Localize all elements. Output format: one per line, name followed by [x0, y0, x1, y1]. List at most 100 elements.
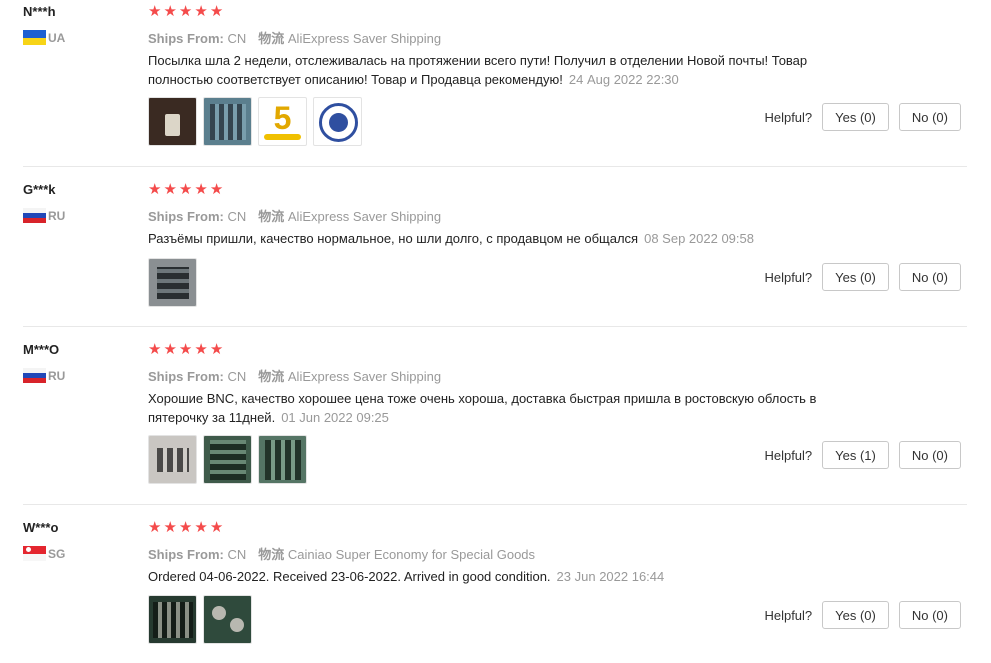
review-photos	[148, 258, 197, 307]
review-photo[interactable]	[203, 97, 252, 146]
review-photo[interactable]	[203, 595, 252, 644]
country-code: UA	[48, 30, 66, 45]
review-item: G***k RU ★ ★ ★ ★ ★ Ships From: CN 物流 AliE…	[0, 178, 991, 327]
review-photo[interactable]	[148, 258, 197, 307]
logistics-value: Cainiao Super Economy for Special Goods	[287, 547, 536, 562]
star-icon: ★	[163, 181, 177, 198]
star-rating: ★ ★ ★ ★ ★	[148, 520, 223, 535]
star-icon: ★	[194, 519, 208, 536]
helpful-vote: Helpful? Yes (1) No (0)	[764, 441, 961, 469]
review-photo[interactable]	[203, 435, 252, 484]
ships-from-value: CN	[227, 369, 247, 384]
review-date: 01 Jun 2022 09:25	[281, 410, 389, 425]
helpful-label: Helpful?	[764, 269, 813, 285]
helpful-yes-button[interactable]: Yes (0)	[822, 263, 889, 291]
reviewer-name: N***h	[23, 4, 56, 19]
country-code: RU	[48, 368, 66, 383]
helpful-yes-button[interactable]: Yes (0)	[822, 601, 889, 629]
logistics-value: AliExpress Saver Shipping	[287, 369, 442, 384]
review-date: 24 Aug 2022 22:30	[568, 72, 679, 87]
five-badge-text: 5	[273, 100, 292, 136]
logistics-value: AliExpress Saver Shipping	[287, 209, 442, 224]
helpful-no-button[interactable]: No (0)	[898, 103, 961, 131]
reviewer-country: UA	[23, 30, 65, 45]
star-icon: ★	[163, 341, 177, 358]
reviewer-country: RU	[23, 368, 65, 383]
review-photo[interactable]	[148, 97, 197, 146]
helpful-label: Helpful?	[764, 109, 813, 125]
shipping-info: Ships From: CN 物流 AliExpress Saver Shippi…	[148, 28, 441, 47]
review-text-block: Посылка шла 2 недели, отслеживалась на п…	[148, 51, 868, 89]
logistics-value: AliExpress Saver Shipping	[287, 31, 442, 46]
helpful-no-button[interactable]: No (0)	[898, 601, 961, 629]
review-text: Посылка шла 2 недели, отслеживалась на п…	[148, 53, 808, 87]
review-text-block: Хорошие BNC, качество хорошее цена тоже …	[148, 389, 868, 427]
review-photo[interactable]	[258, 435, 307, 484]
country-code: SG	[48, 546, 66, 561]
star-icon: ★	[209, 181, 224, 198]
logistics-label: 物流	[258, 369, 285, 384]
review-photos: 5	[148, 97, 362, 146]
logistics-label: 物流	[258, 209, 285, 224]
helpful-vote: Helpful? Yes (0) No (0)	[764, 601, 961, 629]
review-photo[interactable]	[313, 97, 362, 146]
ships-from-value: CN	[227, 31, 247, 46]
star-icon: ★	[148, 519, 162, 536]
star-rating: ★ ★ ★ ★ ★	[148, 342, 223, 357]
review-photo[interactable]: 5	[258, 97, 307, 146]
review-item: W***o SG ★ ★ ★ ★ ★ Ships From: CN 物流 Cain…	[0, 516, 991, 663]
star-icon: ★	[209, 3, 224, 20]
ships-from-value: CN	[227, 209, 247, 224]
helpful-vote: Helpful? Yes (0) No (0)	[764, 263, 961, 291]
helpful-label: Helpful?	[764, 447, 813, 463]
ships-from-label: Ships From:	[148, 369, 224, 384]
review-item: N***h UA ★ ★ ★ ★ ★ Ships From: CN 物流 AliE…	[0, 0, 991, 167]
star-icon: ★	[194, 341, 208, 358]
star-icon: ★	[209, 341, 224, 358]
review-photos	[148, 595, 252, 644]
star-icon: ★	[178, 519, 193, 536]
ships-from-label: Ships From:	[148, 547, 224, 562]
logistics-label: 物流	[258, 31, 285, 46]
review-item: M***O RU ★ ★ ★ ★ ★ Ships From: CN 物流 AliE…	[0, 338, 991, 505]
reviewer-name: M***O	[23, 342, 60, 357]
star-rating: ★ ★ ★ ★ ★	[148, 4, 223, 19]
russia-flag-icon	[23, 368, 46, 383]
review-divider	[23, 326, 967, 327]
reviewer-name: G***k	[23, 182, 56, 197]
singapore-flag-icon	[23, 546, 46, 561]
logistics-label: 物流	[258, 547, 285, 562]
review-date: 23 Jun 2022 16:44	[556, 569, 665, 584]
review-divider	[23, 166, 967, 167]
review-text: Разъёмы пришли, качество нормальное, но …	[148, 231, 639, 246]
reviewer-name: W***o	[23, 520, 59, 535]
star-icon: ★	[178, 3, 193, 20]
helpful-no-button[interactable]: No (0)	[898, 263, 961, 291]
ships-from-label: Ships From:	[148, 31, 224, 46]
star-icon: ★	[178, 341, 193, 358]
review-text-block: Разъёмы пришли, качество нормальное, но …	[148, 229, 868, 248]
star-icon: ★	[148, 3, 162, 20]
review-photo[interactable]	[148, 435, 197, 484]
star-icon: ★	[209, 519, 224, 536]
review-text-block: Ordered 04-06-2022. Received 23-06-2022.…	[148, 567, 868, 586]
country-code: RU	[48, 208, 66, 223]
star-icon: ★	[163, 519, 177, 536]
star-icon: ★	[163, 3, 177, 20]
shipping-info: Ships From: CN 物流 AliExpress Saver Shippi…	[148, 206, 441, 225]
review-photo[interactable]	[148, 595, 197, 644]
star-icon: ★	[148, 341, 162, 358]
helpful-no-button[interactable]: No (0)	[898, 441, 961, 469]
helpful-yes-button[interactable]: Yes (1)	[822, 441, 889, 469]
helpful-vote: Helpful? Yes (0) No (0)	[764, 103, 961, 131]
star-icon: ★	[148, 181, 162, 198]
reviewer-country: SG	[23, 546, 65, 561]
reviewer-country: RU	[23, 208, 65, 223]
star-icon: ★	[178, 181, 193, 198]
review-date: 08 Sep 2022 09:58	[644, 231, 754, 246]
review-photos	[148, 435, 307, 484]
review-text: Хорошие BNC, качество хорошее цена тоже …	[148, 391, 817, 425]
helpful-label: Helpful?	[764, 607, 813, 623]
review-divider	[23, 504, 967, 505]
helpful-yes-button[interactable]: Yes (0)	[822, 103, 889, 131]
